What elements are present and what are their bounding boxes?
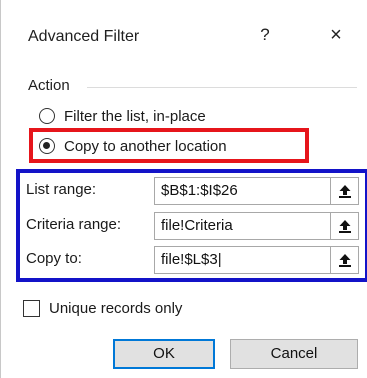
dialog-title: Advanced Filter (28, 28, 140, 45)
unique-records-option[interactable]: Unique records only (23, 296, 182, 320)
filter-in-place-option[interactable]: Filter the list, in-place (39, 104, 206, 128)
advanced-filter-dialog: Advanced Filter ? × Action Filter the li… (0, 0, 367, 378)
title-bar: Advanced Filter ? × (1, 0, 367, 64)
radio-icon[interactable] (39, 108, 55, 124)
help-button[interactable]: ? (253, 22, 277, 48)
checkbox-icon[interactable] (23, 299, 40, 317)
filter-in-place-label: Filter the list, in-place (64, 107, 206, 125)
red-highlight-box (29, 128, 309, 163)
blue-highlight-box (16, 169, 367, 282)
cancel-button[interactable]: Cancel (230, 339, 358, 369)
action-group-divider (87, 87, 357, 88)
ok-button[interactable]: OK (113, 339, 215, 369)
close-button[interactable]: × (321, 22, 351, 48)
action-group-label: Action (28, 77, 76, 94)
unique-records-label: Unique records only (49, 299, 183, 317)
